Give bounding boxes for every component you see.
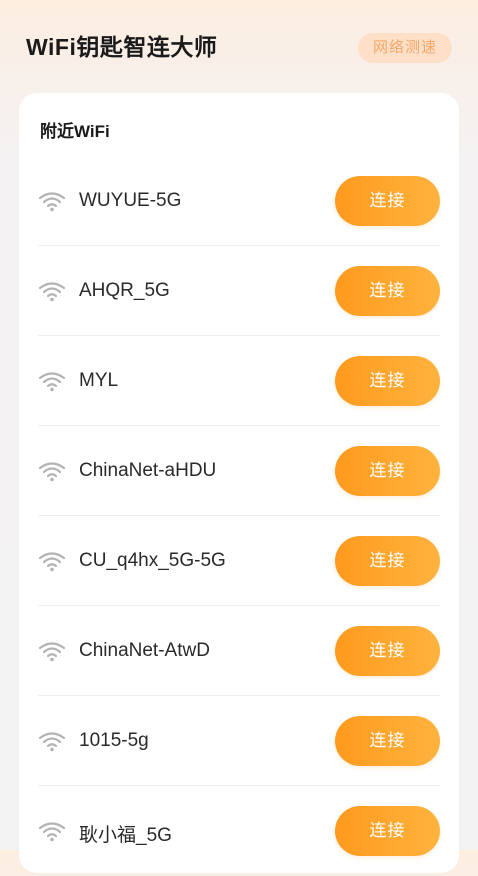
wifi-ssid: 1015-5g bbox=[79, 730, 149, 751]
wifi-network-row[interactable]: WUYUE-5G 连接 bbox=[38, 156, 440, 246]
speed-test-button[interactable]: 网络测速 bbox=[358, 33, 452, 63]
wifi-ssid: MYL bbox=[79, 370, 119, 391]
connect-button[interactable]: 连接 bbox=[335, 536, 440, 586]
wifi-network-row[interactable]: 耿小福_5G 连接 bbox=[38, 786, 440, 876]
connect-button[interactable]: 连接 bbox=[335, 176, 440, 226]
wifi-icon bbox=[38, 280, 66, 302]
connect-button[interactable]: 连接 bbox=[335, 266, 440, 316]
wifi-icon bbox=[38, 820, 66, 842]
wifi-icon bbox=[38, 460, 66, 482]
connect-button[interactable]: 连接 bbox=[335, 356, 440, 406]
app-title: WiFi钥匙智连大师 bbox=[26, 34, 218, 60]
wifi-network-row[interactable]: AHQR_5G 连接 bbox=[38, 246, 440, 336]
wifi-network-row[interactable]: CU_q4hx_5G-5G 连接 bbox=[38, 516, 440, 606]
wifi-ssid: ChinaNet-AtwD bbox=[79, 640, 210, 661]
connect-button[interactable]: 连接 bbox=[335, 806, 440, 856]
wifi-list: WUYUE-5G 连接 AHQR_5G 连接 MYL 连接 ChinaNet-aHDU 连接 C… bbox=[38, 156, 440, 876]
wifi-ssid: ChinaNet-aHDU bbox=[79, 460, 217, 481]
wifi-icon bbox=[38, 730, 66, 752]
wifi-icon bbox=[38, 550, 66, 572]
connect-button[interactable]: 连接 bbox=[335, 446, 440, 496]
wifi-ssid: CU_q4hx_5G-5G bbox=[79, 550, 226, 571]
wifi-icon bbox=[38, 640, 66, 662]
wifi-ssid: AHQR_5G bbox=[79, 280, 170, 301]
wifi-network-row[interactable]: ChinaNet-aHDU 连接 bbox=[38, 426, 440, 516]
header: WiFi钥匙智连大师 网络测速 bbox=[0, 0, 478, 94]
wifi-icon bbox=[38, 370, 66, 392]
connect-button[interactable]: 连接 bbox=[335, 716, 440, 766]
wifi-network-row[interactable]: MYL 连接 bbox=[38, 336, 440, 426]
connect-button[interactable]: 连接 bbox=[335, 626, 440, 676]
wifi-network-row[interactable]: ChinaNet-AtwD 连接 bbox=[38, 606, 440, 696]
wifi-network-row[interactable]: 1015-5g 连接 bbox=[38, 696, 440, 786]
nearby-wifi-card: 附近WiFi WUYUE-5G 连接 AHQR_5G 连接 MYL 连接 ChinaNet-… bbox=[19, 93, 459, 876]
wifi-ssid: 耿小福_5G bbox=[79, 825, 172, 846]
wifi-icon bbox=[38, 190, 66, 212]
section-title: 附近WiFi bbox=[40, 122, 110, 141]
wifi-ssid: WUYUE-5G bbox=[79, 190, 182, 211]
